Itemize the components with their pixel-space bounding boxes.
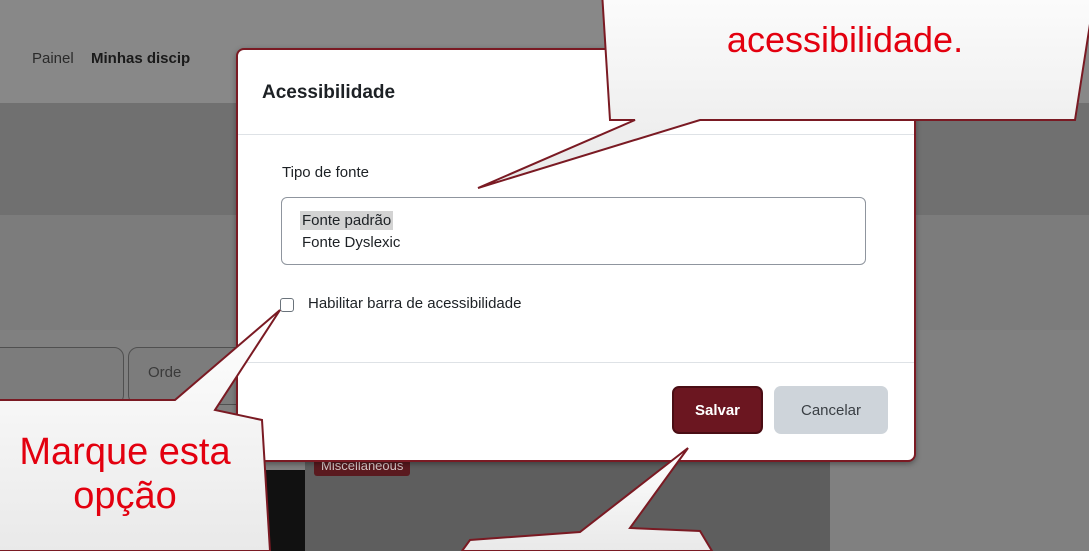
callout-left-line1: Marque esta [19,431,231,473]
callout-left-line2: opção [73,475,177,517]
callout-bubble-bottom [460,447,714,551]
callout-top-text: acessibilidade. [726,19,964,60]
callout-left-text: Marque esta opção [0,430,270,518]
